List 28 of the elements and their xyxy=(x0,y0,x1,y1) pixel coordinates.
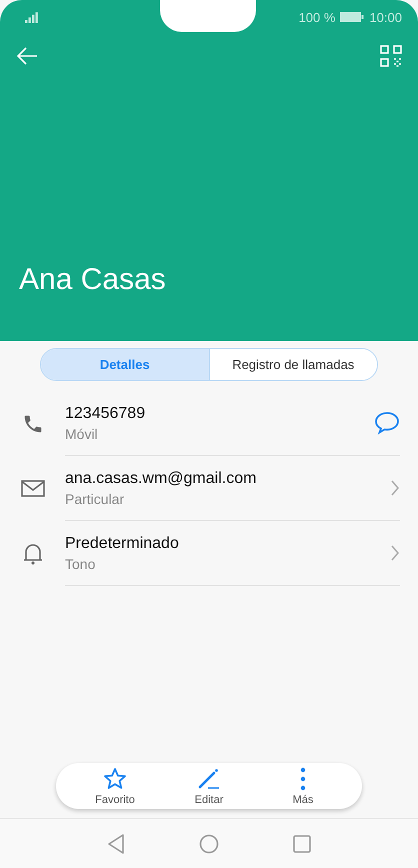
more-icon xyxy=(299,766,307,790)
clock-time: 10:00 xyxy=(369,10,402,24)
battery-percent: 100 % xyxy=(298,10,336,24)
detail-label: Particular xyxy=(65,490,126,506)
bell-icon xyxy=(22,542,44,566)
chevron-icon[interactable] xyxy=(390,479,400,497)
message-icon[interactable] xyxy=(374,411,400,435)
back-icon[interactable] xyxy=(107,834,125,854)
detail-value: ana.casas.wm@gmail.com xyxy=(65,470,258,488)
contact-name: Ana Casas xyxy=(18,263,167,298)
action-button[interactable]: Más xyxy=(263,763,343,809)
detail-value: Predeterminado xyxy=(65,534,180,552)
back-arrow-icon[interactable] xyxy=(16,47,38,65)
chevron-icon[interactable] xyxy=(390,544,400,562)
star-icon xyxy=(103,766,127,790)
action-button[interactable]: Editar xyxy=(169,763,249,809)
detail-label: Tono xyxy=(65,556,96,572)
detail-value: 123456789 xyxy=(65,404,146,422)
pencil-icon xyxy=(197,766,221,790)
signal-icon xyxy=(25,12,39,22)
home-icon[interactable] xyxy=(199,834,219,854)
qr-code-icon[interactable] xyxy=(380,45,402,67)
action-button[interactable]: Favorito xyxy=(75,763,155,809)
envelope-icon xyxy=(20,478,44,498)
detail-label: Móvil xyxy=(65,426,99,442)
battery-icon xyxy=(340,12,364,22)
tab[interactable]: Registro de llamadas xyxy=(208,349,377,380)
recents-icon[interactable] xyxy=(293,834,311,852)
